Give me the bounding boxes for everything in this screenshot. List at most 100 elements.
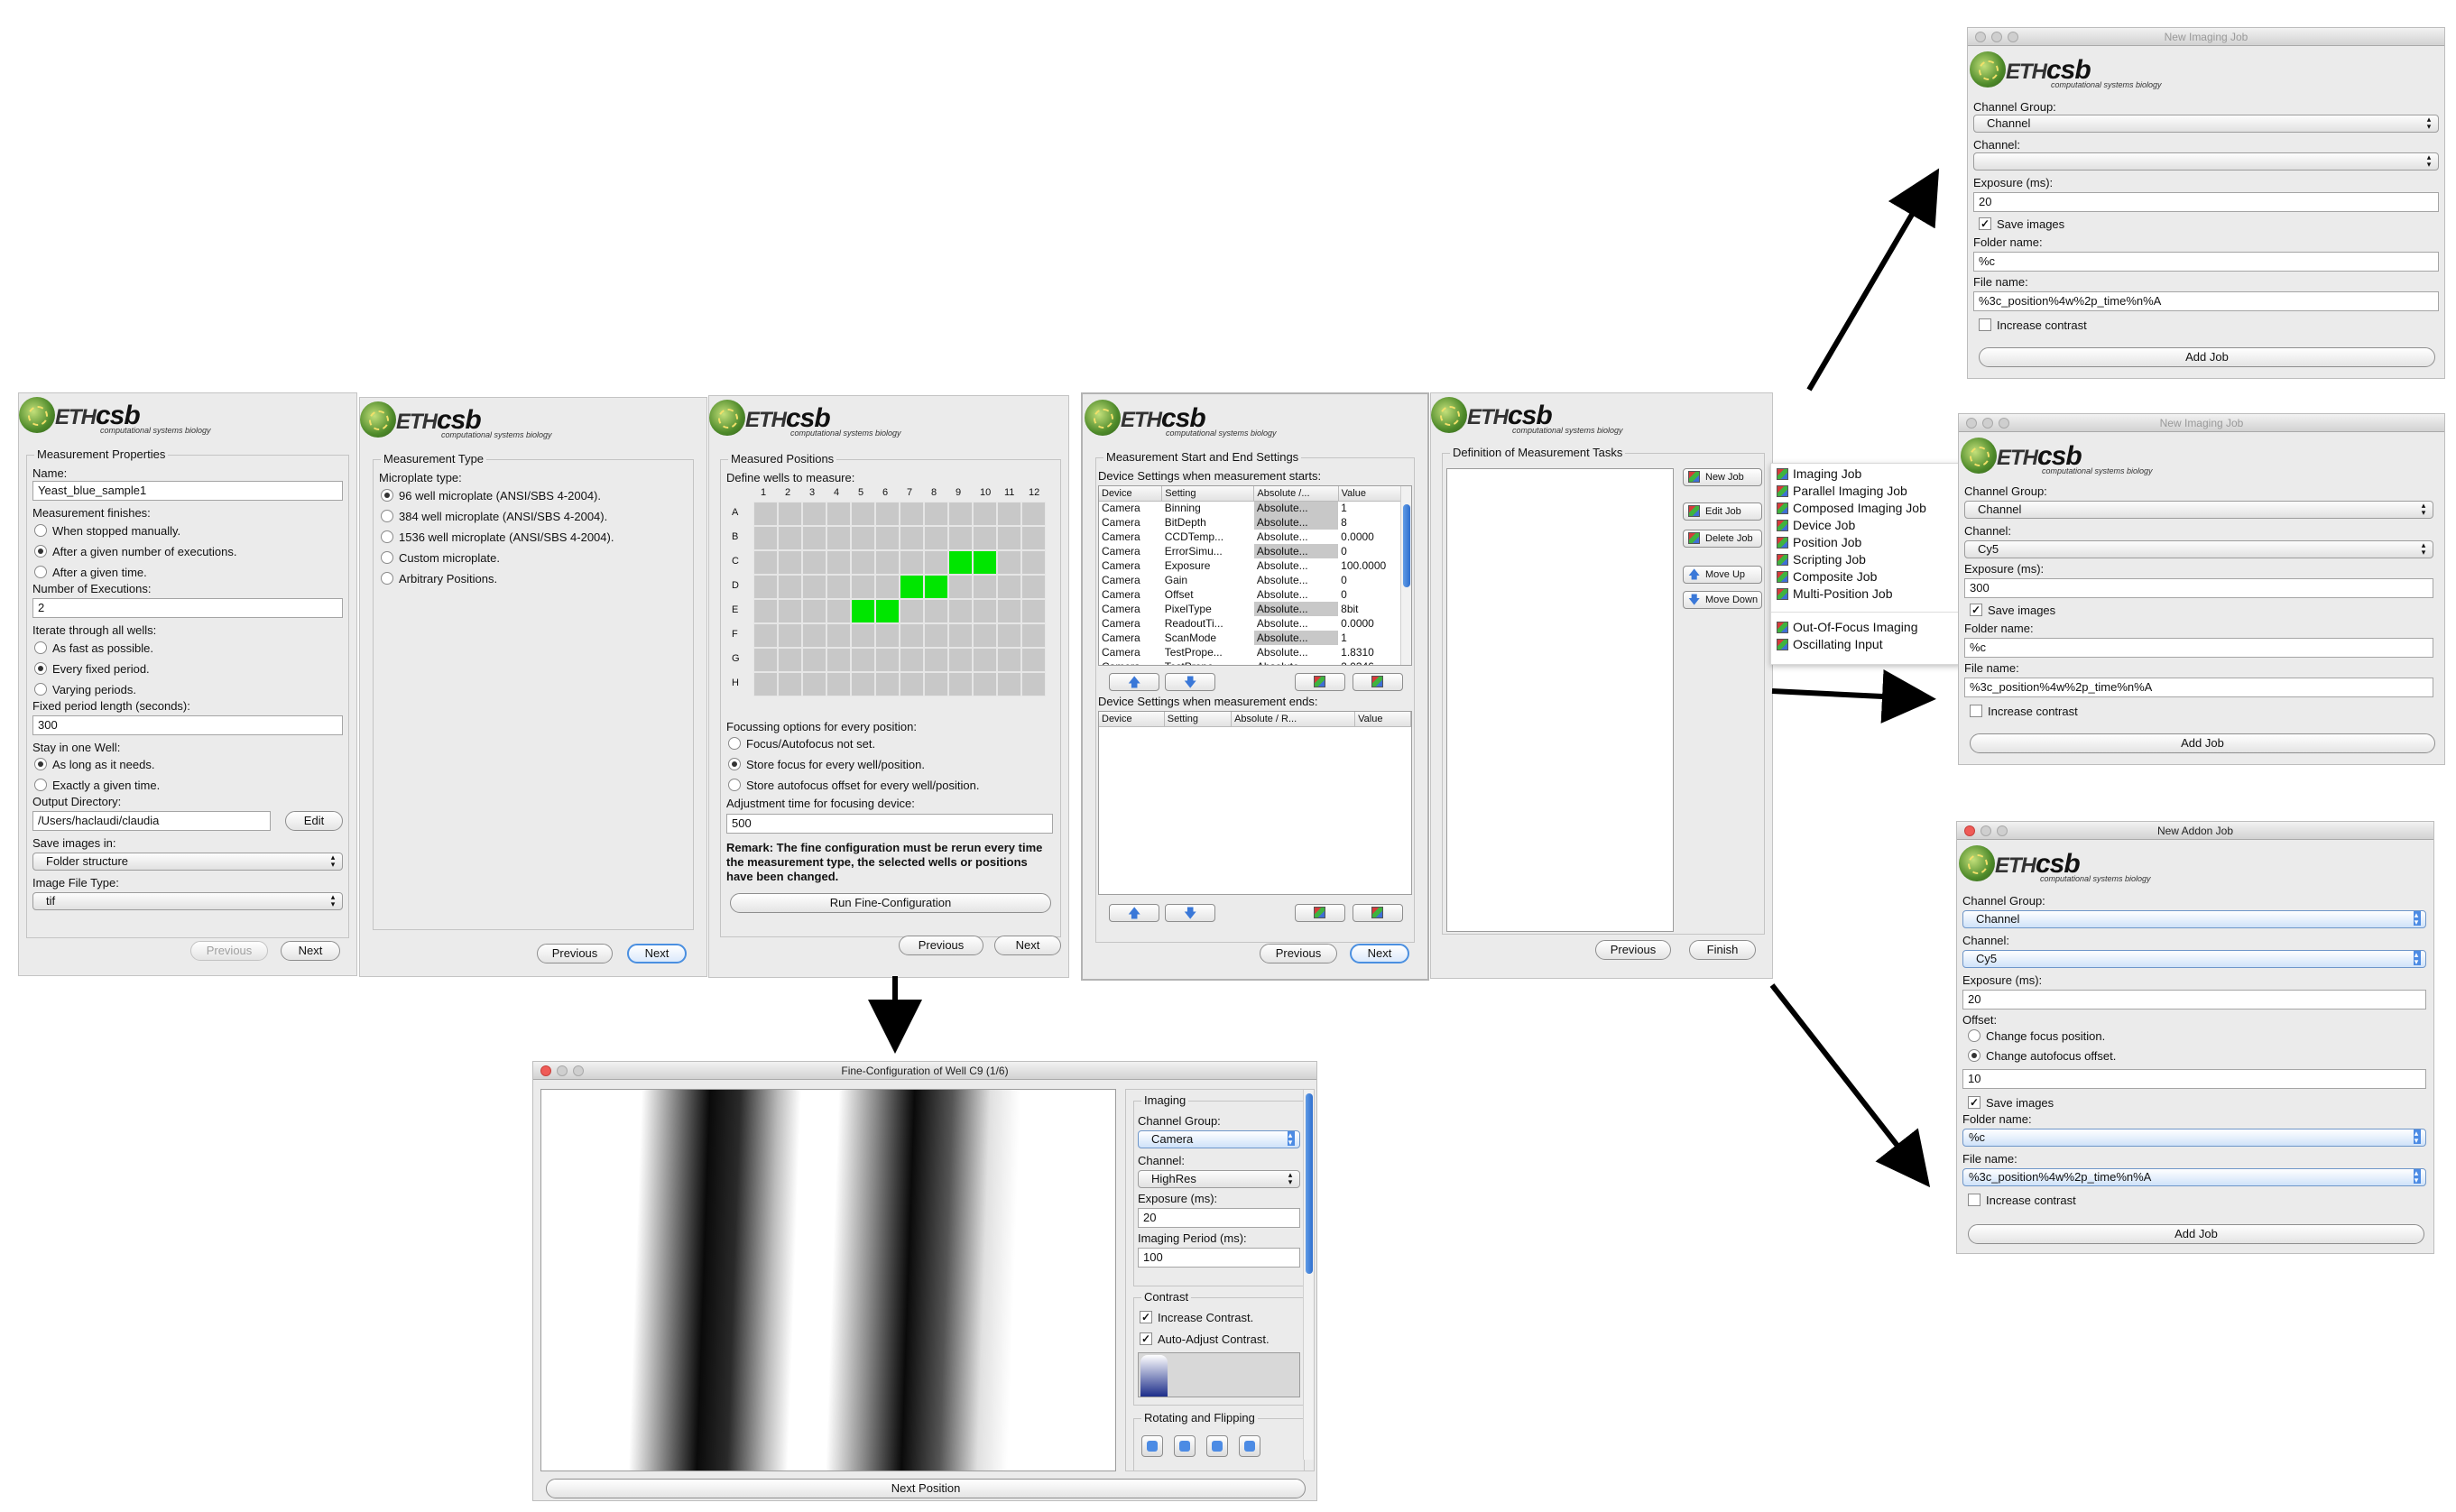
- next-button[interactable]: Next: [994, 936, 1061, 955]
- increase-contrast-checkbox[interactable]: [1140, 1311, 1152, 1323]
- minimize-button[interactable]: [1991, 32, 2002, 42]
- remove-setting-button[interactable]: [1353, 673, 1403, 691]
- flip-vertical-icon[interactable]: [1239, 1435, 1260, 1457]
- well-D9[interactable]: [948, 575, 973, 599]
- well-A10[interactable]: [973, 502, 997, 526]
- close-button[interactable]: [1964, 825, 1975, 836]
- well-D11[interactable]: [997, 575, 1021, 599]
- well-F1[interactable]: [753, 623, 778, 648]
- well-E5[interactable]: [851, 599, 875, 623]
- period-field[interactable]: 300: [32, 715, 343, 735]
- well-A9[interactable]: [948, 502, 973, 526]
- move-down-button[interactable]: 🡇 Move Down: [1683, 591, 1762, 609]
- well-E8[interactable]: [924, 599, 948, 623]
- close-button[interactable]: [1975, 32, 1986, 42]
- rotate-right-icon[interactable]: [1174, 1435, 1196, 1457]
- column-header[interactable]: Absolute / R...: [1231, 712, 1356, 727]
- zoom-button[interactable]: [1999, 418, 2009, 429]
- move-end-setting-up-button[interactable]: 🡅: [1109, 904, 1159, 922]
- well-E9[interactable]: [948, 599, 973, 623]
- well-D1[interactable]: [753, 575, 778, 599]
- minimize-button[interactable]: [557, 1065, 568, 1076]
- well-H7[interactable]: [900, 672, 924, 696]
- well-E11[interactable]: [997, 599, 1021, 623]
- well-B7[interactable]: [900, 526, 924, 550]
- iterate-fast-radio[interactable]: [34, 641, 47, 654]
- previous-button[interactable]: Previous: [1260, 944, 1337, 963]
- well-C9[interactable]: [948, 550, 973, 575]
- column-header[interactable]: Device: [1099, 712, 1165, 727]
- well-D2[interactable]: [778, 575, 802, 599]
- well-G2[interactable]: [778, 648, 802, 672]
- finish-manual-radio[interactable]: [34, 524, 47, 537]
- folder-name-field[interactable]: %c: [1962, 1129, 2426, 1147]
- well-B11[interactable]: [997, 526, 1021, 550]
- well-G6[interactable]: [875, 648, 900, 672]
- previous-button[interactable]: Previous: [190, 941, 268, 961]
- well-G4[interactable]: [826, 648, 851, 672]
- well-D4[interactable]: [826, 575, 851, 599]
- well-F7[interactable]: [900, 623, 924, 648]
- scroll-thumb[interactable]: [1306, 1093, 1313, 1274]
- well-D10[interactable]: [973, 575, 997, 599]
- auto-adjust-contrast-checkbox[interactable]: [1140, 1332, 1152, 1345]
- well-F4[interactable]: [826, 623, 851, 648]
- well-B3[interactable]: [802, 526, 826, 550]
- well-C3[interactable]: [802, 550, 826, 575]
- arbitrary-positions-radio[interactable]: [381, 572, 393, 585]
- well-G1[interactable]: [753, 648, 778, 672]
- store-autofocus-radio[interactable]: [728, 779, 741, 791]
- well-C10[interactable]: [973, 550, 997, 575]
- column-header[interactable]: Setting: [1161, 486, 1255, 502]
- menu-item[interactable]: Composed Imaging Job: [1771, 500, 1961, 517]
- well-B5[interactable]: [851, 526, 875, 550]
- well-E6[interactable]: [875, 599, 900, 623]
- offset-field[interactable]: 10: [1962, 1069, 2426, 1089]
- well-A3[interactable]: [802, 502, 826, 526]
- well-A6[interactable]: [875, 502, 900, 526]
- well-D5[interactable]: [851, 575, 875, 599]
- remove-end-setting-button[interactable]: [1353, 904, 1403, 922]
- well-C12[interactable]: [1021, 550, 1046, 575]
- increase-contrast-checkbox[interactable]: [1968, 1194, 1980, 1206]
- exposure-field[interactable]: 20: [1973, 192, 2439, 212]
- menu-item[interactable]: Imaging Job: [1771, 466, 1961, 483]
- well-F8[interactable]: [924, 623, 948, 648]
- output-directory-field[interactable]: /Users/haclaudi/claudia: [32, 811, 271, 831]
- menu-item[interactable]: Parallel Imaging Job: [1771, 483, 1961, 500]
- microplate-384-radio[interactable]: [381, 510, 393, 522]
- exposure-field[interactable]: 20: [1138, 1208, 1300, 1228]
- microplate-1536-radio[interactable]: [381, 530, 393, 543]
- channel-select[interactable]: Cy5: [1964, 540, 2433, 558]
- well-D7[interactable]: [900, 575, 924, 599]
- menu-item[interactable]: Position Job: [1771, 534, 1961, 551]
- well-G7[interactable]: [900, 648, 924, 672]
- well-B9[interactable]: [948, 526, 973, 550]
- well-A1[interactable]: [753, 502, 778, 526]
- previous-button[interactable]: Previous: [899, 936, 983, 955]
- move-end-setting-down-button[interactable]: 🡇: [1165, 904, 1215, 922]
- camera-preview-image[interactable]: [540, 1089, 1116, 1471]
- table-row[interactable]: Camera ErrorSimu... Absolute... 0: [1099, 544, 1411, 558]
- save-images-checkbox[interactable]: [1968, 1096, 1980, 1109]
- exposure-field[interactable]: 300: [1964, 578, 2433, 598]
- well-H4[interactable]: [826, 672, 851, 696]
- iterate-varying-radio[interactable]: [34, 683, 47, 696]
- scroll-thumb[interactable]: [1403, 504, 1410, 587]
- finish-time-radio[interactable]: [34, 566, 47, 578]
- well-A8[interactable]: [924, 502, 948, 526]
- well-B2[interactable]: [778, 526, 802, 550]
- channel-group-select[interactable]: Channel: [1962, 910, 2426, 928]
- add-end-setting-button[interactable]: [1295, 904, 1345, 922]
- table-row[interactable]: Camera ReadoutTi... Absolute... 0.0000: [1099, 616, 1411, 631]
- folder-name-field[interactable]: %c: [1964, 638, 2433, 658]
- imaging-period-field[interactable]: 100: [1138, 1248, 1300, 1268]
- close-button[interactable]: [1966, 418, 1977, 429]
- change-focus-radio[interactable]: [1968, 1029, 1980, 1042]
- well-B1[interactable]: [753, 526, 778, 550]
- well-G8[interactable]: [924, 648, 948, 672]
- add-job-button[interactable]: Add Job: [1968, 1224, 2424, 1244]
- custom-microplate-radio[interactable]: [381, 551, 393, 564]
- well-E1[interactable]: [753, 599, 778, 623]
- well-A5[interactable]: [851, 502, 875, 526]
